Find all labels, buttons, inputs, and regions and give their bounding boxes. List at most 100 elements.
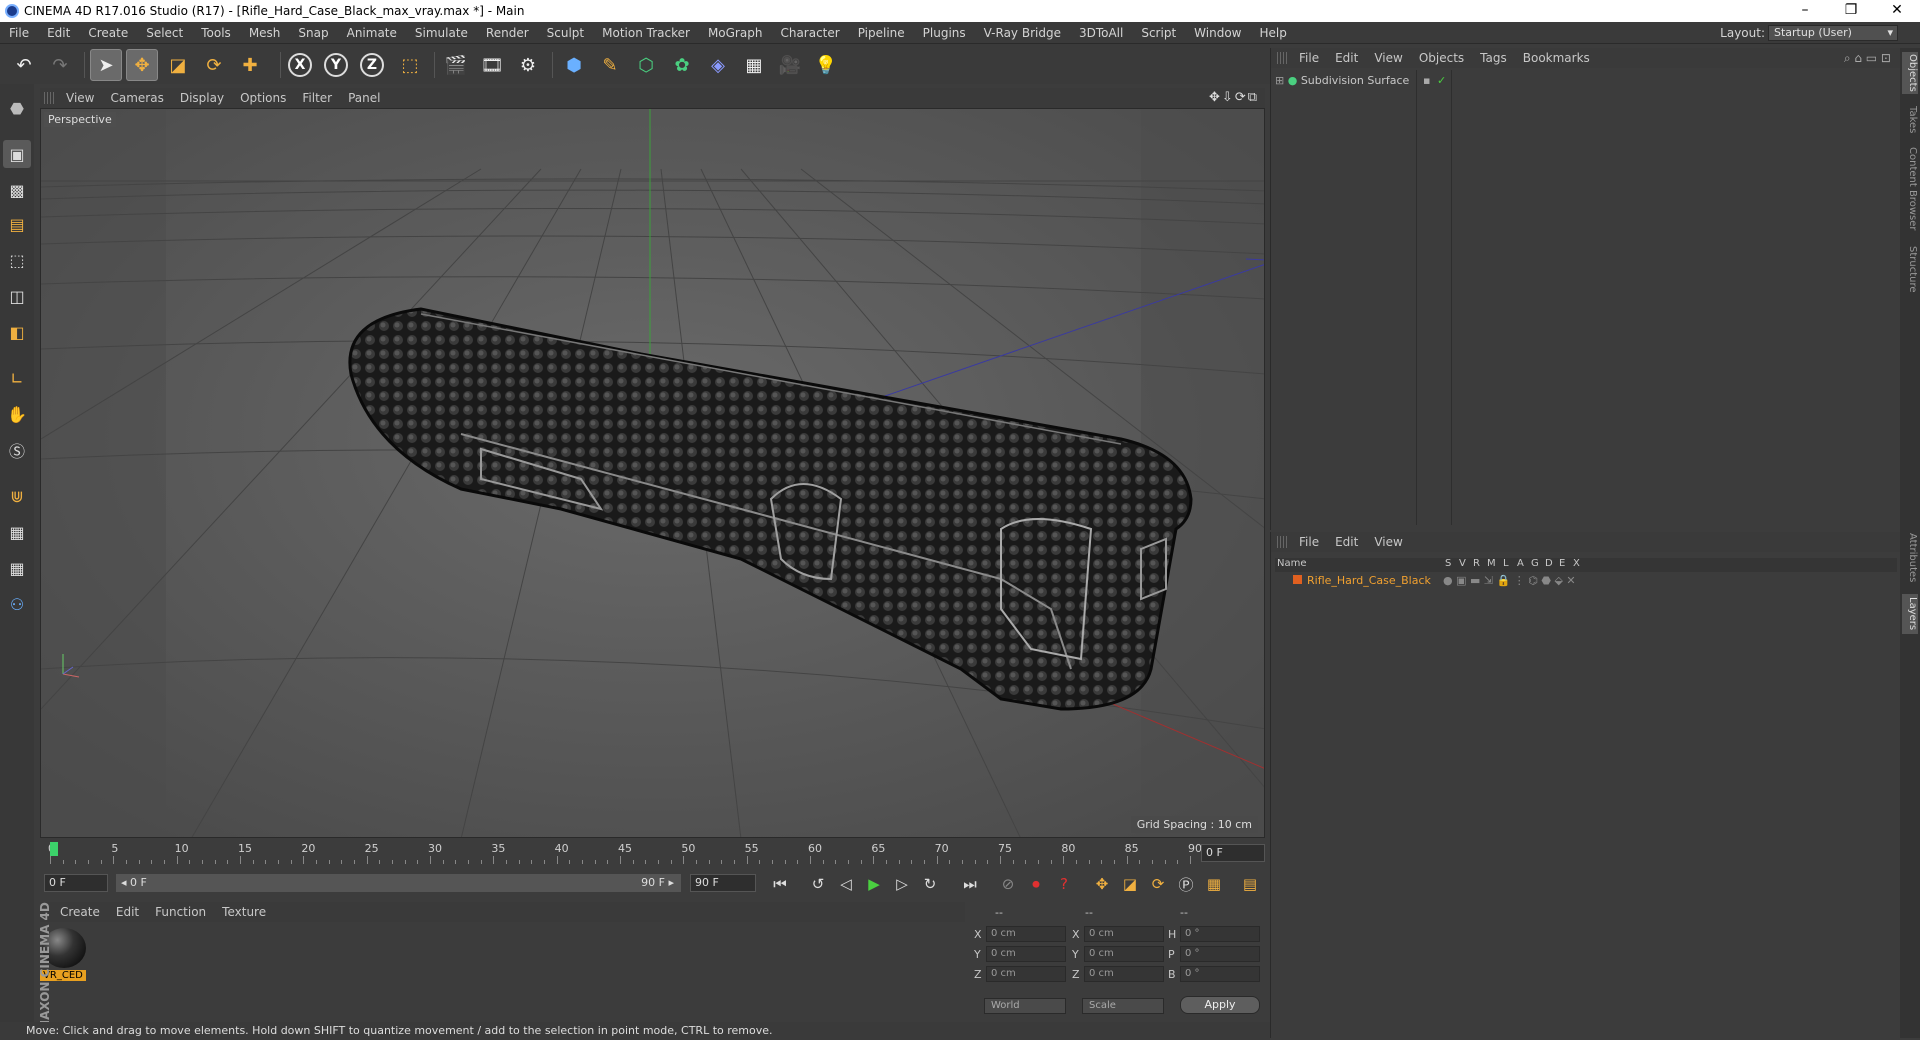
viewport-menu-view[interactable]: View bbox=[58, 88, 102, 108]
object-menu-bookmarks[interactable]: Bookmarks bbox=[1515, 48, 1598, 68]
start-frame-field[interactable]: 0 F bbox=[44, 874, 108, 892]
go-to-start-icon[interactable]: ⏮ bbox=[768, 873, 792, 895]
menu-edit[interactable]: Edit bbox=[38, 22, 79, 44]
point-level-key-icon[interactable]: ▦ bbox=[1202, 873, 1226, 895]
rotation-key-icon[interactable]: ⟳ bbox=[1146, 873, 1170, 895]
panel-grip-icon[interactable] bbox=[1277, 536, 1287, 548]
z-axis-lock-icon[interactable]: Z bbox=[360, 53, 384, 77]
model-mode-icon[interactable]: ▣ bbox=[3, 140, 31, 168]
previous-frame-icon[interactable]: ◁ bbox=[834, 873, 858, 895]
size-z-field[interactable]: 0 cm bbox=[1084, 966, 1164, 982]
autokey-icon[interactable]: ⏺ bbox=[1024, 873, 1048, 895]
polygons-mode-icon[interactable]: ◧ bbox=[3, 318, 31, 346]
layer-flag-icons[interactable]: ● ▣ ▬ ⇲ 🔒 ⋮ ⌬ ⬣ ⬙ ✕ bbox=[1443, 574, 1576, 587]
menu-render[interactable]: Render bbox=[477, 22, 538, 44]
size-x-field[interactable]: 0 cm bbox=[1084, 926, 1164, 942]
live-selection-icon[interactable]: ➤ bbox=[90, 49, 122, 81]
menu-select[interactable]: Select bbox=[137, 22, 192, 44]
tab-objects[interactable]: Objects bbox=[1902, 52, 1918, 94]
menu-mograph[interactable]: MoGraph bbox=[699, 22, 772, 44]
axis-mode-icon[interactable]: ∟ bbox=[3, 364, 31, 392]
deformer-icon[interactable]: ◈ bbox=[702, 49, 734, 81]
tab-structure[interactable]: Structure bbox=[1902, 244, 1918, 294]
menu-script[interactable]: Script bbox=[1132, 22, 1185, 44]
layout-dropdown[interactable]: Startup (User) bbox=[1768, 25, 1898, 41]
menu-tools[interactable]: Tools bbox=[192, 22, 240, 44]
layer-menu-file[interactable]: File bbox=[1291, 532, 1327, 552]
menu-motion-tracker[interactable]: Motion Tracker bbox=[593, 22, 699, 44]
points-mode-icon[interactable]: ⬚ bbox=[3, 246, 31, 274]
pos-z-field[interactable]: 0 cm bbox=[986, 966, 1066, 982]
tab-attributes[interactable]: Attributes bbox=[1902, 530, 1918, 586]
scale-key-icon[interactable]: ◪ bbox=[1118, 873, 1142, 895]
scale-tool-icon[interactable]: ◪ bbox=[162, 49, 194, 81]
rotate-tool-icon[interactable]: ⟳ bbox=[198, 49, 230, 81]
render-picture-viewer-icon[interactable]: 🎞 bbox=[476, 49, 508, 81]
close-button[interactable]: ✕ bbox=[1874, 0, 1920, 22]
menu-plugins[interactable]: Plugins bbox=[914, 22, 975, 44]
playhead[interactable] bbox=[50, 842, 58, 856]
search-icon[interactable]: ⌕ ⌂ ▭ ⊡ bbox=[1844, 51, 1891, 66]
layer-menu-view[interactable]: View bbox=[1366, 532, 1410, 552]
record-keys-icon[interactable]: ⊘ bbox=[996, 873, 1020, 895]
object-row[interactable]: ⊞ ● Subdivision Surface ▪ ✓ bbox=[1275, 74, 1895, 90]
undo-icon[interactable]: ↶ bbox=[8, 49, 40, 81]
apply-button[interactable]: Apply bbox=[1180, 996, 1260, 1014]
parameter-key-icon[interactable]: Ⓟ bbox=[1174, 873, 1198, 895]
size-mode-dropdown[interactable]: Scale bbox=[1082, 998, 1164, 1014]
object-menu-edit[interactable]: Edit bbox=[1327, 48, 1366, 68]
menu-simulate[interactable]: Simulate bbox=[406, 22, 477, 44]
viewport-menu-panel[interactable]: Panel bbox=[340, 88, 388, 108]
layer-color-swatch[interactable] bbox=[1293, 575, 1302, 584]
pos-y-field[interactable]: 0 cm bbox=[986, 946, 1066, 962]
menu-snap[interactable]: Snap bbox=[289, 22, 337, 44]
coordinate-mode-dropdown[interactable]: World bbox=[984, 998, 1066, 1014]
pos-x-field[interactable]: 0 cm bbox=[986, 926, 1066, 942]
workplane-mode-icon[interactable]: ▤ bbox=[3, 210, 31, 238]
size-y-field[interactable]: 0 cm bbox=[1084, 946, 1164, 962]
render-view-icon[interactable]: 🎬 bbox=[440, 49, 472, 81]
viewport-menu-cameras[interactable]: Cameras bbox=[102, 88, 171, 108]
3d-viewport[interactable]: Perspective Grid Spacing : 10 cm bbox=[40, 108, 1265, 838]
next-key-icon[interactable]: ↻ bbox=[918, 873, 942, 895]
material-menu-function[interactable]: Function bbox=[147, 902, 214, 922]
menu-sculpt[interactable]: Sculpt bbox=[538, 22, 593, 44]
magnet-icon[interactable]: ⋓ bbox=[3, 482, 31, 510]
light-icon[interactable]: 💡 bbox=[810, 49, 842, 81]
rot-h-field[interactable]: 0 ° bbox=[1180, 926, 1260, 942]
render-settings-icon[interactable]: ⚙ bbox=[512, 49, 544, 81]
viewport-navigation-icons[interactable]: ✥⇩⟳⧉ bbox=[1209, 90, 1259, 105]
texture-mode-icon[interactable]: ▩ bbox=[3, 176, 31, 204]
x-axis-lock-icon[interactable]: X bbox=[288, 53, 312, 77]
workplane-lock-icon[interactable]: ▦ bbox=[3, 518, 31, 546]
menu-3dtoall[interactable]: 3DToAll bbox=[1070, 22, 1132, 44]
viewport-menu-display[interactable]: Display bbox=[172, 88, 232, 108]
menu-help[interactable]: Help bbox=[1250, 22, 1295, 44]
coordinate-system-icon[interactable]: ⬚ bbox=[394, 49, 426, 81]
object-menu-objects[interactable]: Objects bbox=[1411, 48, 1472, 68]
preview-range-slider[interactable]: ◂ 0 F 90 F ▸ bbox=[116, 874, 681, 892]
previous-key-icon[interactable]: ↺ bbox=[806, 873, 830, 895]
timeline-window-icon[interactable]: ▤ bbox=[1238, 873, 1262, 895]
object-menu-view[interactable]: View bbox=[1366, 48, 1410, 68]
material-menu-texture[interactable]: Texture bbox=[214, 902, 274, 922]
position-key-icon[interactable]: ✥ bbox=[1090, 873, 1114, 895]
play-icon[interactable]: ▶ bbox=[862, 873, 886, 895]
end-frame-field[interactable]: 90 F bbox=[690, 874, 756, 892]
tab-takes[interactable]: Takes bbox=[1902, 104, 1918, 136]
keyframe-selection-icon[interactable]: ? bbox=[1052, 873, 1076, 895]
layer-row[interactable]: Rifle_Hard_Case_Black ● ▣ ▬ ⇲ 🔒 ⋮ ⌬ ⬣ ⬙ … bbox=[1275, 574, 1897, 590]
snapping-icon[interactable]: Ⓢ bbox=[3, 436, 31, 464]
enabled-check-icon[interactable]: ✓ bbox=[1437, 74, 1446, 87]
menu-pipeline[interactable]: Pipeline bbox=[849, 22, 914, 44]
visibility-toggle-icon[interactable]: ▪ bbox=[1423, 74, 1430, 87]
panel-grip-icon[interactable] bbox=[1277, 52, 1287, 64]
python-icon[interactable]: ⚇ bbox=[3, 590, 31, 618]
floor-icon[interactable]: ▦ bbox=[738, 49, 770, 81]
object-menu-tags[interactable]: Tags bbox=[1472, 48, 1515, 68]
rot-b-field[interactable]: 0 ° bbox=[1180, 966, 1260, 982]
menu-mesh[interactable]: Mesh bbox=[240, 22, 290, 44]
next-frame-icon[interactable]: ▷ bbox=[890, 873, 914, 895]
cube-object-icon[interactable]: ⬢ bbox=[558, 49, 590, 81]
y-axis-lock-icon[interactable]: Y bbox=[324, 53, 348, 77]
